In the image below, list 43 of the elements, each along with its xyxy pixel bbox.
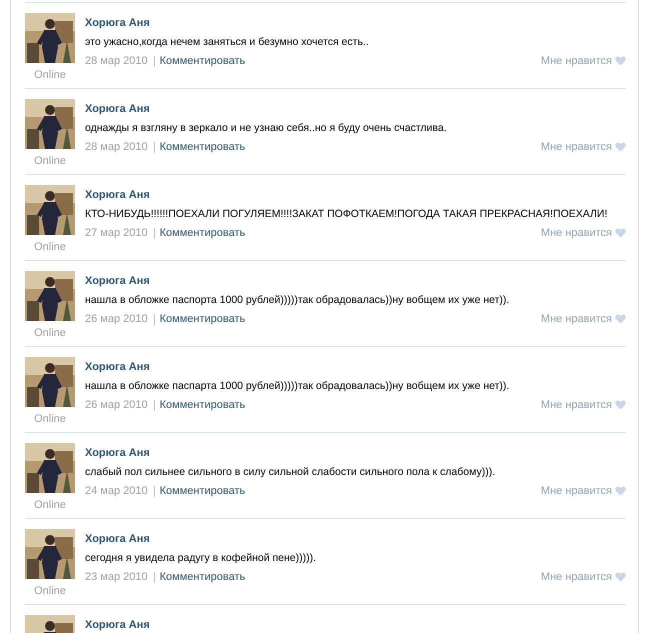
author-link[interactable]: Хорюга Аня <box>85 360 150 374</box>
comment-link[interactable]: Комментировать <box>160 312 246 326</box>
comment-link[interactable]: Комментировать <box>160 140 246 154</box>
heart-icon <box>615 486 626 496</box>
heart-icon <box>615 400 626 410</box>
post-text: нашла в обложке паспарта 1000 рублей)))))так обрадовалась))ну вобщем их уже нет)). <box>85 379 510 393</box>
heart-icon <box>615 56 626 66</box>
post-text: это ужасно,когда нечем заняться и безумно хочется есть.. <box>85 35 369 49</box>
online-status: Online <box>34 498 66 512</box>
online-status: Online <box>34 68 66 82</box>
post-date: 28 мар 2010 <box>85 140 148 154</box>
heart-icon <box>615 314 626 324</box>
post-date: 26 мар 2010 <box>85 398 148 412</box>
online-status: Online <box>34 412 66 426</box>
online-status: Online <box>34 584 66 598</box>
post-text: сегодня я увидела радугу в кофейной пене))))). <box>85 551 316 565</box>
post-date: 28 мар 2010 <box>85 54 148 68</box>
post-text: нашла в обложке паспорта 1000 рублей)))))так обрадовалась))ну вобщем их уже нет)). <box>85 293 510 307</box>
comment-link[interactable]: Комментировать <box>160 570 246 584</box>
comment-link[interactable]: Комментировать <box>160 398 246 412</box>
comment-link[interactable]: Комментировать <box>160 484 246 498</box>
post-text: слабый пол сильнее сильного в силу сильной слабости сильного пола к слабому))). <box>85 465 496 479</box>
author-link[interactable]: Хорюга Аня <box>85 188 150 202</box>
post-date: 26 мар 2010 <box>85 312 148 326</box>
heart-icon <box>615 228 626 238</box>
author-link[interactable]: Хорюга Аня <box>85 102 150 116</box>
post-text: КТО-НИБУДЬ!!!!!!ПОЕХАЛИ ПОГУЛЯЕМ!!!!ЗАКАТ ПОФОТКАЕМ!ПОГОДА ТАКАЯ ПРЕКРАСНАЯ!ПОЕХАЛИ! <box>85 207 608 221</box>
author-link[interactable]: Хорюга Аня <box>85 532 150 546</box>
online-status: Online <box>34 240 66 254</box>
post-date: 24 мар 2010 <box>85 484 148 498</box>
post-date: 27 мар 2010 <box>85 226 148 240</box>
comment-link[interactable]: Комментировать <box>160 54 246 68</box>
author-link[interactable]: Хорюга Аня <box>85 274 150 288</box>
heart-icon <box>615 572 626 582</box>
author-link[interactable]: Хорюга Аня <box>85 16 150 30</box>
post-date: 23 мар 2010 <box>85 570 148 584</box>
author-link[interactable]: Хорюга Аня <box>85 618 150 632</box>
post-text: однажды я взгляну в зеркало и не узнаю себя..но я буду очень счастлива. <box>85 121 447 135</box>
online-status: Online <box>34 326 66 340</box>
heart-icon <box>615 142 626 152</box>
online-status: Online <box>34 154 66 168</box>
comment-link[interactable]: Комментировать <box>160 226 246 240</box>
author-link[interactable]: Хорюга Аня <box>85 446 150 460</box>
